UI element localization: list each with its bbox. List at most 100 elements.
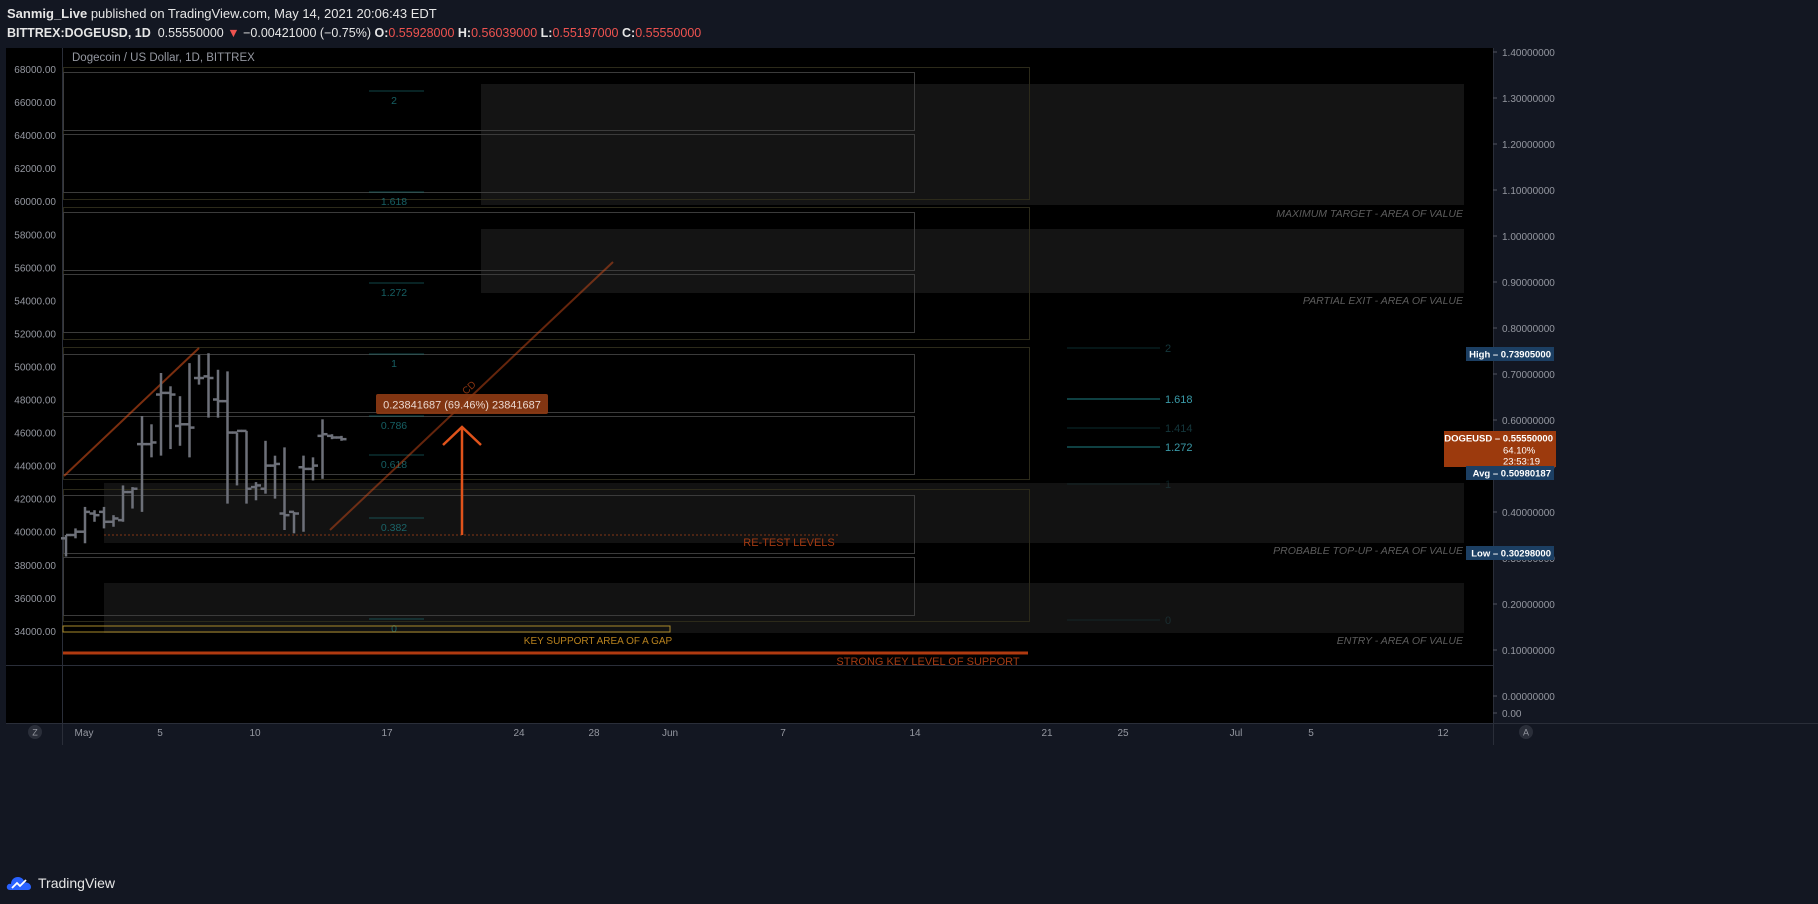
low-price-label-text: Low – 0.30298000	[1471, 549, 1551, 560]
right-axis-tick-label: 1.30000000	[1502, 94, 1555, 105]
low-value: 0.55197000	[552, 26, 619, 40]
right-axis-tick-label: 0.00	[1502, 709, 1522, 720]
left-axis-tick-label: 36000.00	[14, 594, 56, 605]
left-axis-tick-label: 62000.00	[14, 164, 56, 175]
high-value: 0.56039000	[471, 26, 538, 40]
time-axis-tick-label: 5	[1308, 728, 1314, 739]
right-fib-level-label: 1.618	[1165, 394, 1193, 406]
right-axis-tick-label: 0.10000000	[1502, 646, 1555, 657]
right-fib-level-label: 2	[1165, 343, 1171, 355]
left-axis-tick-label: 68000.00	[14, 65, 56, 76]
zone-maximum-target	[481, 84, 1464, 205]
high-price-label: High – 0.73905000	[1466, 347, 1554, 361]
last-price: 0.55550000	[157, 26, 224, 40]
footer-bar: TradingView	[0, 865, 1818, 904]
fib-level-label: 2	[391, 95, 397, 107]
close-value: 0.55550000	[635, 26, 702, 40]
symbol-name[interactable]: BITTREX:DOGEUSD, 1D	[7, 26, 151, 40]
publish-line: Sanmig_Live published on TradingView.com…	[7, 6, 437, 21]
tradingview-logo[interactable]: TradingView	[6, 874, 115, 892]
low-price-label: Low – 0.30298000	[1466, 546, 1554, 560]
time-axis-tick-label: 12	[1437, 728, 1449, 739]
zone-partial-exit	[481, 229, 1464, 293]
fib-level-label: 0.382	[381, 522, 407, 534]
low-label: L:	[540, 26, 553, 40]
time-axis-tick-label: 14	[909, 728, 921, 739]
time-axis-tick-label: 21	[1041, 728, 1053, 739]
fib-level-label: 0.786	[381, 420, 407, 432]
current-price-label: DOGEUSD – 0.55550000	[1444, 434, 1553, 445]
right-axis-tick-label: 0.20000000	[1502, 600, 1555, 611]
right-fib-level-label: 1.414	[1165, 423, 1193, 435]
open-value: 0.55928000	[388, 26, 455, 40]
high-price-label-text: High – 0.73905000	[1469, 350, 1551, 361]
down-arrow-icon: ▼	[227, 26, 240, 40]
left-axis-tick-label: 60000.00	[14, 197, 56, 208]
left-axis-tick-label: 50000.00	[14, 362, 56, 373]
fib-level-label: 0	[391, 623, 397, 635]
zone-probable-topup	[104, 483, 1464, 543]
fib-level-label: 1.618	[381, 196, 407, 208]
right-fib-level-label: 0	[1165, 615, 1171, 627]
measure-label: 0.23841687 (69.46%) 23841687	[383, 400, 541, 412]
left-axis-tick-label: 58000.00	[14, 230, 56, 241]
annotation-strong-support: STRONG KEY LEVEL OF SUPPORT	[836, 656, 1019, 668]
time-axis-tick-label: 28	[588, 728, 600, 739]
left-axis-tick-label: 56000.00	[14, 263, 56, 274]
right-axis-tick-label: 0.60000000	[1502, 416, 1555, 427]
annotation-key-support: KEY SUPPORT AREA OF A GAP	[524, 636, 673, 647]
time-axis-tick-label: May	[75, 728, 94, 739]
time-axis-tick-label: 24	[513, 728, 525, 739]
avg-price-label: Avg – 0.50980187	[1466, 466, 1554, 480]
left-axis-tick-label: 66000.00	[14, 98, 56, 109]
fib-level-label: 1	[391, 358, 397, 370]
left-axis-tick-label: 54000.00	[14, 296, 56, 307]
zone-label: PROBABLE TOP-UP - AREA OF VALUE	[1273, 545, 1464, 557]
price-change: −0.00421000 (−0.75%)	[243, 26, 371, 40]
high-label: H:	[457, 26, 472, 40]
left-axis-tick-label: 40000.00	[14, 528, 56, 539]
bar-countdown: 23:53:19	[1503, 457, 1540, 468]
left-axis-tick-label: 38000.00	[14, 561, 56, 572]
symbol-ohlc-line: BITTREX:DOGEUSD, 1D 0.55550000 ▼ −0.0042…	[7, 26, 701, 40]
price-chart[interactable]: 68000.00 66000.00 64000.00 62000.00 60000.00…	[0, 48, 1818, 865]
zone-label: MAXIMUM TARGET - AREA OF VALUE	[1276, 208, 1464, 220]
right-fib-level-label: 1	[1165, 479, 1171, 491]
time-axis-tick-label: 25	[1117, 728, 1129, 739]
time-axis-tick-label: 7	[780, 728, 786, 739]
tradingview-brand: TradingView	[38, 875, 116, 891]
current-change-percent: 64.10%	[1503, 446, 1536, 457]
auto-scale-button-label: A	[1523, 728, 1529, 738]
left-axis-tick-label: 64000.00	[14, 131, 56, 142]
right-axis-tick-label: 0.90000000	[1502, 278, 1555, 289]
tradingview-cloud-icon	[6, 877, 32, 890]
zone-label: ENTRY - AREA OF VALUE	[1337, 635, 1464, 647]
time-axis-tick-label: 10	[249, 728, 261, 739]
left-axis-tick-label: 34000.00	[14, 627, 56, 638]
author-name[interactable]: Sanmig_Live	[7, 6, 87, 21]
right-axis-tick-label: 0.00000000	[1502, 692, 1555, 703]
time-axis-tick-label: 5	[157, 728, 163, 739]
right-axis-tick-label: 1.40000000	[1502, 48, 1555, 59]
right-axis-tick-label: 1.20000000	[1502, 140, 1555, 151]
left-axis-tick-label: 44000.00	[14, 462, 56, 473]
right-axis-tick-label: 0.40000000	[1502, 508, 1555, 519]
time-axis-tick-label: Jun	[662, 728, 678, 739]
zoom-button-label: Z	[32, 728, 38, 738]
right-axis-tick-label: 0.70000000	[1502, 370, 1555, 381]
close-label: C:	[621, 26, 636, 40]
time-axis-tick-label: Jul	[1230, 728, 1243, 739]
right-fib-level-label: 1.272	[1165, 442, 1193, 454]
left-axis-tick-label: 46000.00	[14, 429, 56, 440]
time-axis-tick-label: 17	[381, 728, 393, 739]
right-axis-tick-label: 0.80000000	[1502, 324, 1555, 335]
zone-label: PARTIAL EXIT - AREA OF VALUE	[1303, 295, 1464, 307]
avg-price-label-text: Avg – 0.50980187	[1473, 469, 1551, 480]
left-axis-tick-label: 42000.00	[14, 495, 56, 506]
published-text: published on TradingView.com, May 14, 20…	[90, 6, 437, 21]
left-axis-tick-label: 48000.00	[14, 396, 56, 407]
fib-level-label: 1.272	[381, 287, 407, 299]
left-axis-tick-label: 52000.00	[14, 329, 56, 340]
chart-header: Sanmig_Live published on TradingView.com…	[0, 0, 1818, 48]
annotation-retest-levels: RE-TEST LEVELS	[743, 537, 835, 549]
